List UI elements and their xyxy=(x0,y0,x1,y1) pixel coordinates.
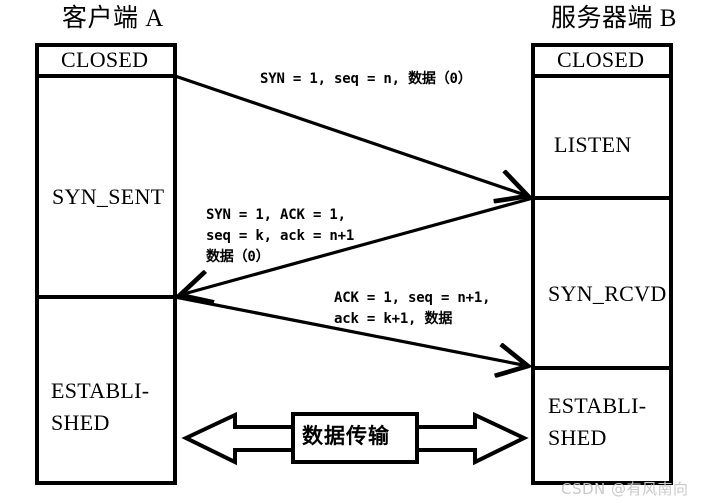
message-label-ack-line1: ACK = 1, seq = n+1, xyxy=(334,290,491,306)
block-arrow-right xyxy=(415,411,529,466)
block-arrow-left xyxy=(181,411,295,466)
message-label-ack-line2: ack = k+1, 数据 xyxy=(334,311,453,327)
client-state-syn-sent: SYN_SENT xyxy=(52,184,165,209)
client-state-established: ESTABLI- SHED xyxy=(51,378,150,435)
message-arrow-syn xyxy=(174,74,528,196)
message-label-syn-ack-line2: seq = k, ack = n+1 xyxy=(206,228,355,244)
client-state-closed: CLOSED xyxy=(61,47,149,72)
message-label-syn-ack-line1: SYN = 1, ACK = 1, xyxy=(206,207,346,223)
message-label-syn: SYN = 1, seq = n, 数据（0） xyxy=(260,71,472,87)
message-label-syn-ack-line3: 数据（0） xyxy=(206,249,270,265)
diagram-canvas: 客户端 A 服务器端 B CLOSED SYN_SENT ESTABLI- SH… xyxy=(0,0,726,503)
server-state-syn-rcvd: SYN_RCVD xyxy=(548,281,667,306)
csdn-watermark: CSDN @有风南向 xyxy=(561,480,689,498)
data-transfer-label: 数据传输 xyxy=(302,424,390,448)
server-state-listen: LISTEN xyxy=(554,132,632,157)
server-title: 服务器端 B xyxy=(551,5,677,32)
server-state-established: ESTABLI- SHED xyxy=(548,393,647,450)
client-title: 客户端 A xyxy=(62,5,164,32)
server-state-closed: CLOSED xyxy=(557,47,645,72)
